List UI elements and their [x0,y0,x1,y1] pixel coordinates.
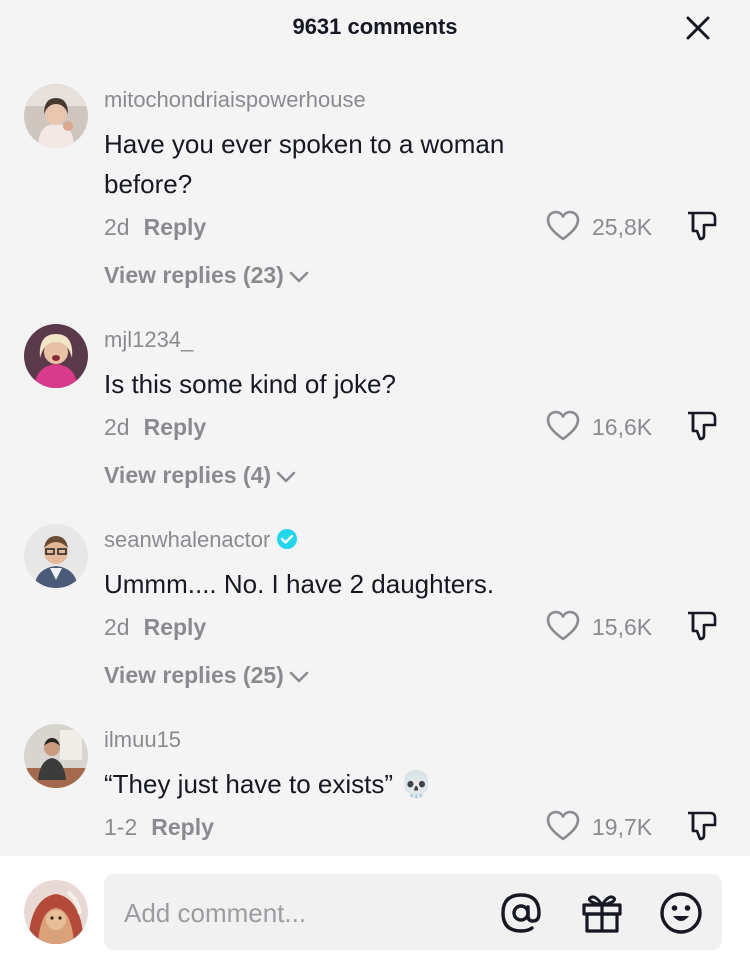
verified-badge-icon [277,529,298,549]
comment-username[interactable]: mjl1234_ [104,327,193,353]
close-icon[interactable] [682,12,714,44]
chevron-down-icon [289,271,309,283]
dislike-icon[interactable] [684,408,720,444]
comment-username[interactable]: mitochondriaispowerhouse [104,87,366,113]
avatar[interactable] [24,524,88,588]
current-user-avatar[interactable] [24,880,88,944]
avatar[interactable] [24,724,88,788]
like-button[interactable]: 19,7K [545,808,675,844]
gift-icon[interactable] [579,890,625,936]
mention-icon[interactable] [498,890,544,936]
heart-icon[interactable] [545,808,581,844]
avatar[interactable] [24,324,88,388]
like-button[interactable]: 16,6K [545,408,675,444]
like-button[interactable]: 15,6K [545,608,675,644]
reply-button[interactable]: Reply [144,214,207,240]
dislike-icon[interactable] [684,608,720,644]
like-count: 16,6K [592,414,653,440]
comment-age: 2d [104,614,130,640]
comment-composer-bar [0,856,750,962]
emoji-icon[interactable] [658,890,704,936]
comment-username[interactable]: ilmuu15 [104,727,181,753]
comment-meta: 1-2 Reply [104,814,214,841]
comments-count-title: 9631 comments [292,14,458,39]
dislike-icon[interactable] [684,808,720,844]
comment-text: “They just have to exists” 💀 [104,769,433,799]
comment-username-text: seanwhalenactor [104,527,271,552]
comment-username[interactable]: seanwhalenactor [104,527,298,553]
chevron-down-icon [276,471,296,483]
comment-text: Ummm.... No. I have 2 daughters. [104,569,495,599]
comment-age: 1-2 [104,814,138,840]
comment-item: seanwhalenactor Ummm.... No. I have 2 da… [0,524,750,724]
heart-icon[interactable] [545,608,581,644]
comment-age: 2d [104,214,130,240]
view-replies-button[interactable]: View replies (25) [104,662,310,689]
heart-icon[interactable] [545,408,581,444]
like-count: 15,6K [592,614,653,640]
view-replies-label: View replies (23) [104,262,284,288]
comment-text: Have you ever spoken to a woman before? [104,129,505,199]
comment-meta: 2d Reply [104,414,206,441]
view-replies-label: View replies (25) [104,662,284,688]
view-replies-button[interactable]: View replies (4) [104,462,297,489]
heart-icon[interactable] [545,208,581,244]
reply-button[interactable]: Reply [144,614,207,640]
comment-age: 2d [104,414,130,440]
like-count: 19,7K [592,814,653,840]
view-replies-label: View replies (4) [104,462,272,488]
view-replies-button[interactable]: View replies (23) [104,262,310,289]
comment-meta: 2d Reply [104,614,206,641]
add-comment-input[interactable] [122,874,486,952]
avatar[interactable] [24,84,88,148]
like-button[interactable]: 25,8K [545,208,675,244]
comment-text: Is this some kind of joke? [104,369,396,399]
comment-input-box[interactable] [104,874,722,952]
comment-item: mitochondriaispowerhouse Have you ever s… [0,84,750,288]
comment-item: mjl1234_ Is this some kind of joke? 2d Re… [0,324,750,524]
like-count: 25,8K [592,214,653,240]
reply-button[interactable]: Reply [144,414,207,440]
comments-header: 9631 comments [0,0,750,56]
chevron-down-icon [289,671,309,683]
dislike-icon[interactable] [684,208,720,244]
comment-meta: 2d Reply [104,214,206,241]
reply-button[interactable]: Reply [151,814,214,840]
